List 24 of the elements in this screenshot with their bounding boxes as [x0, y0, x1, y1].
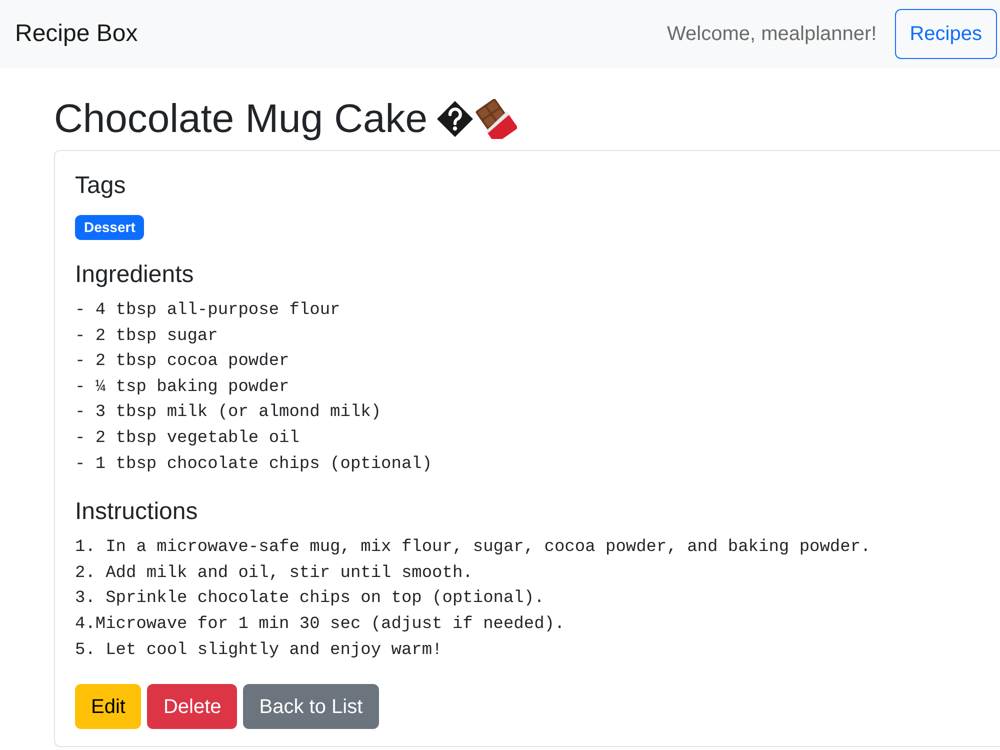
recipe-title: Chocolate Mug Cake — [54, 96, 428, 142]
ingredient-line: - 1 tbsp chocolate chips (optional) — [75, 454, 432, 476]
tag-badge: Dessert — [75, 215, 144, 240]
instruction-line: 3. Sprinkle chocolate chips on top (optional). — [75, 588, 544, 610]
delete-button[interactable]: Delete — [147, 684, 238, 730]
ingredient-line: - 2 tbsp vegetable oil — [75, 428, 300, 450]
ingredient-line: - ¼ tsp baking powder — [75, 376, 290, 399]
ingredient-line: - 2 tbsp sugar — [75, 326, 218, 348]
instruction-line: 2. Add milk and oil, stir until smooth. — [75, 562, 473, 585]
welcome-text: Welcome, mealplanner! — [667, 22, 877, 47]
section-heading: Ingredients — [75, 260, 194, 289]
instruction-line: 5. Let cool slightly and enjoy warm! — [75, 640, 442, 662]
brand-name[interactable]: Recipe Box — [15, 16, 138, 52]
question-diamond-icon — [436, 101, 473, 137]
instruction-line: 1. In a microwave-safe mug, mix flour, sugar, cocoa powder, and baking powder. — [75, 537, 871, 560]
edit-button[interactable]: Edit — [75, 684, 142, 730]
section-heading: Tags — [75, 171, 126, 200]
section-heading: Instructions — [75, 497, 198, 526]
recipes-button[interactable]: Recipes — [894, 9, 997, 59]
instruction-line: 4.Microwave for 1 min 30 sec (adjust if needed). — [75, 614, 565, 636]
ingredient-line: - 3 tbsp milk (or almond milk) — [75, 402, 382, 424]
ingredient-line: - 4 tbsp all-purpose flour — [75, 300, 340, 322]
back-button[interactable]: Back to List — [243, 684, 379, 730]
ingredient-line: - 2 tbsp cocoa powder — [75, 351, 290, 374]
